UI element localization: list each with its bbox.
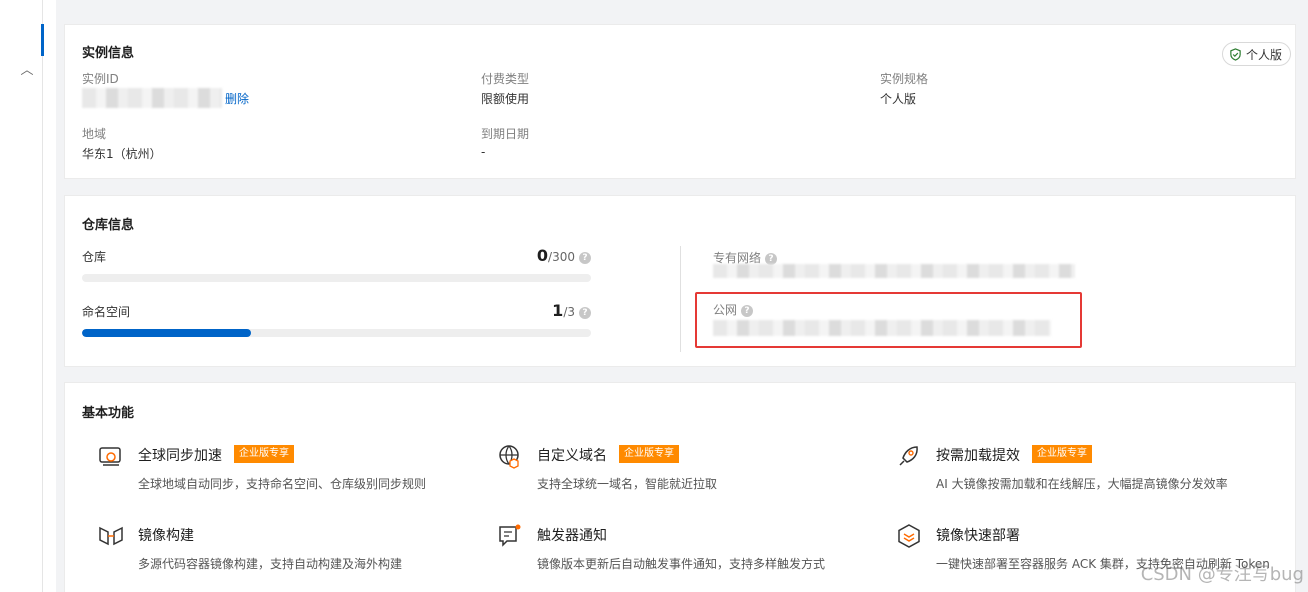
rocket-icon <box>899 446 918 466</box>
namespace-count: 1/3? <box>552 301 591 320</box>
feature-global-sync[interactable]: 全球同步加速 企业版专享 全球地域自动同步，支持命名空间、仓库级别同步规则 <box>98 443 478 493</box>
repo-count: 0/300? <box>537 246 591 265</box>
edition-badge: 个人版 <box>1221 42 1291 66</box>
repo-info-card: 仓库信息 仓库 0/300? 命名空间 1/3? 专有网络? 公网? <box>64 195 1296 367</box>
namespace-row: 命名空间 1/3? <box>82 301 591 321</box>
expire-label: 到期日期 <box>481 127 530 141</box>
features-title: 基本功能 <box>82 406 135 421</box>
spec-value: 个人版 <box>880 92 917 106</box>
instance-id-value-redacted <box>82 88 222 108</box>
feature-trigger-notify[interactable]: 触发器通知 镜像版本更新后自动触发事件通知，支持多样触发方式 <box>497 523 877 573</box>
trigger-notify-icon <box>499 524 521 547</box>
spec-label: 实例规格 <box>880 72 929 86</box>
repo-progress <box>82 274 591 282</box>
edition-badge-label: 个人版 <box>1245 47 1282 62</box>
custom-domain-icon <box>499 445 519 469</box>
feature-title: 触发器通知 <box>537 528 607 544</box>
watermark: CSDN @专注写bug <box>1140 564 1304 585</box>
billing-type-value: 限额使用 <box>481 92 530 106</box>
help-icon[interactable]: ? <box>579 306 591 319</box>
features-card: 基本功能 全球同步加速 企业版专享 全球地域自动同步，支持命名空间、仓库级别同步… <box>64 382 1296 592</box>
namespace-label: 命名空间 <box>82 305 131 319</box>
namespace-progress-fill <box>82 329 252 337</box>
repo-used: 0 <box>536 246 549 265</box>
image-build-icon <box>99 526 123 546</box>
namespace-used: 1 <box>552 301 564 320</box>
repo-info-title: 仓库信息 <box>82 218 135 233</box>
feature-on-demand-load[interactable]: 按需加载提效 企业版专享 AI 大镜像按需加载和在线解压，大幅提高镜像分发效率 <box>896 443 1276 493</box>
repo-row: 仓库 0/300? <box>82 246 591 266</box>
feature-desc: 支持全球统一域名，智能就近拉取 <box>537 477 718 491</box>
repo-quota: /300 <box>548 250 575 264</box>
region-label: 地域 <box>82 127 107 141</box>
help-icon[interactable]: ? <box>741 304 754 317</box>
vpc-label-text: 专有网络 <box>713 251 762 265</box>
public-label: 公网? <box>713 301 754 318</box>
public-endpoint-redacted <box>713 320 1051 336</box>
delete-instance-link[interactable]: 删除 <box>225 90 249 107</box>
rail-active-indicator <box>41 24 44 56</box>
deploy-icon <box>898 524 920 548</box>
rail-divider <box>42 0 43 592</box>
shield-check-icon <box>1230 47 1241 61</box>
feature-desc: 镜像版本更新后自动触发事件通知，支持多样触发方式 <box>537 557 826 571</box>
feature-image-build[interactable]: 镜像构建 多源代码容器镜像构建，支持自动构建及海外构建 <box>98 523 478 573</box>
instance-id-label: 实例ID <box>82 72 119 86</box>
instance-info-card: 实例信息 个人版 实例ID 删除 付费类型 限额使用 实例规格 个人版 地域 华… <box>64 24 1296 179</box>
left-rail: ︿ <box>0 0 56 592</box>
feature-custom-domain[interactable]: 自定义域名 企业版专享 支持全球统一域名，智能就近拉取 <box>497 443 877 493</box>
region-value: 华东1（杭州） <box>82 147 162 161</box>
repo-label: 仓库 <box>82 250 107 264</box>
help-icon[interactable]: ? <box>579 251 591 264</box>
feature-title: 镜像构建 <box>138 528 194 544</box>
instance-info-title: 实例信息 <box>82 46 135 61</box>
chevron-up-icon[interactable]: ︿ <box>20 64 34 78</box>
enterprise-tag: 企业版专享 <box>1032 445 1092 463</box>
feature-title: 自定义域名 <box>537 448 607 464</box>
billing-type-label: 付费类型 <box>481 72 530 86</box>
enterprise-tag: 企业版专享 <box>619 445 679 463</box>
expire-value: - <box>481 145 486 159</box>
vpc-endpoint-redacted <box>713 264 1075 278</box>
namespace-progress <box>82 329 591 337</box>
help-icon[interactable]: ? <box>765 252 778 265</box>
feature-title: 按需加载提效 <box>936 448 1020 464</box>
feature-desc: 全球地域自动同步，支持命名空间、仓库级别同步规则 <box>138 477 427 491</box>
feature-title: 镜像快速部署 <box>936 528 1020 544</box>
repo-divider <box>680 246 681 352</box>
enterprise-tag: 企业版专享 <box>234 445 294 463</box>
feature-title: 全球同步加速 <box>138 448 222 464</box>
public-label-text: 公网 <box>713 303 738 317</box>
feature-desc: AI 大镜像按需加载和在线解压，大幅提高镜像分发效率 <box>936 477 1228 491</box>
global-sync-icon <box>99 447 121 466</box>
namespace-quota: /3 <box>563 305 575 319</box>
feature-desc: 多源代码容器镜像构建，支持自动构建及海外构建 <box>138 557 403 571</box>
